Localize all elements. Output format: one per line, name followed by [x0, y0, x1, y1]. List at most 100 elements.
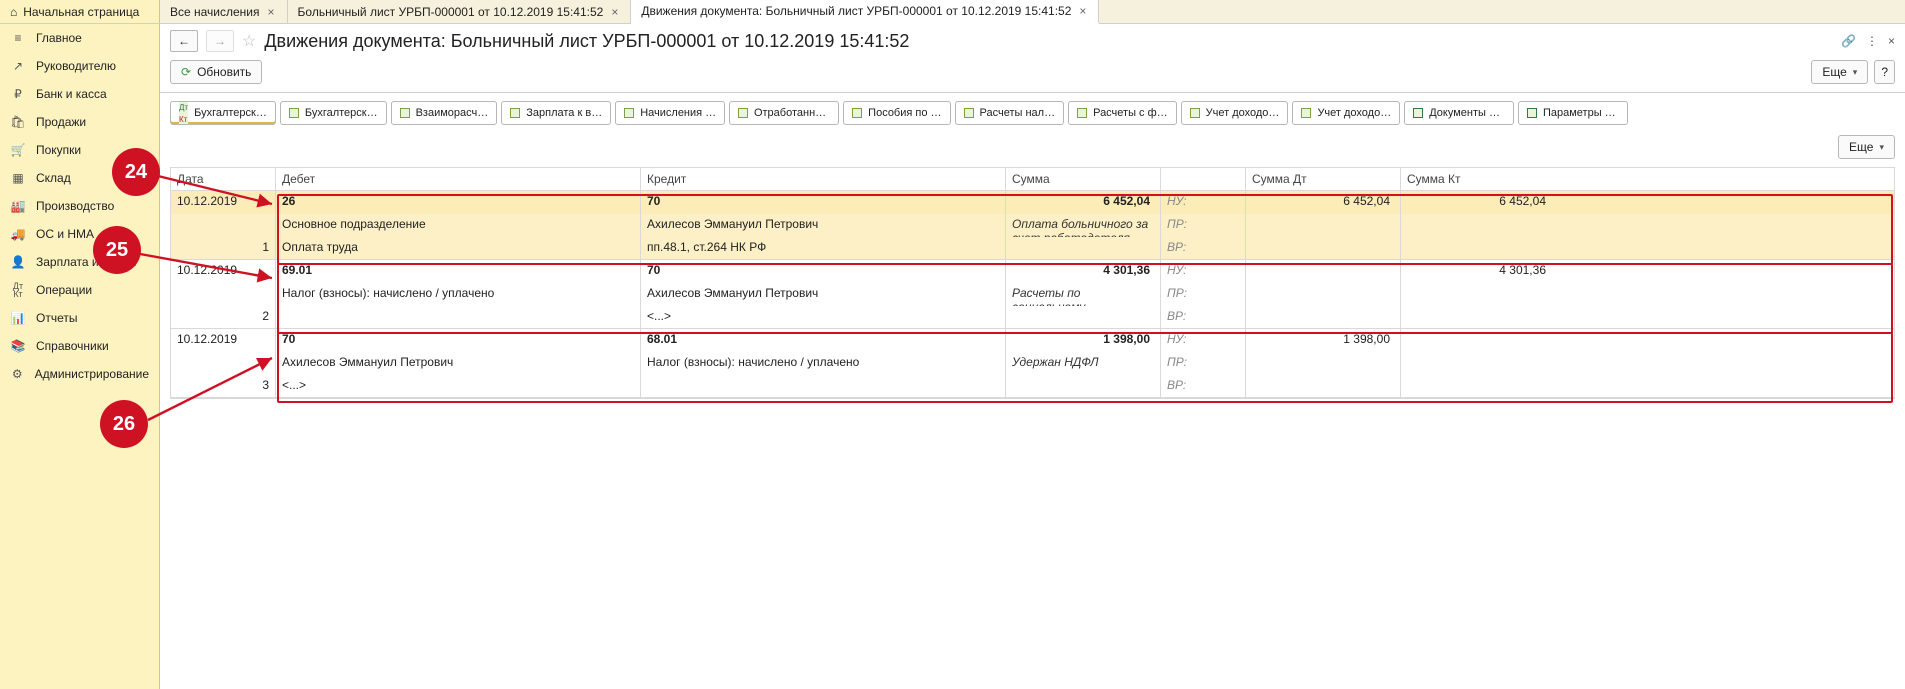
cell-vr-label: ВР:: [1161, 306, 1246, 328]
cell-kt-sub2: <...>: [641, 306, 1006, 328]
accounting-grid: Дата Дебет Кредит Сумма Сумма Дт Сумма К…: [170, 167, 1895, 399]
register-tab[interactable]: Расчеты нал…: [955, 101, 1065, 125]
cell-dt-acc: 69.01: [276, 260, 641, 283]
sidebar-item-stock[interactable]: ▦Склад: [0, 164, 159, 192]
sidebar-item-sales[interactable]: 🛍Продажи: [0, 108, 159, 136]
sidebar-item-prod[interactable]: 🏭 Производство: [0, 192, 159, 220]
register-tab[interactable]: Отработанно…: [729, 101, 839, 125]
refresh-button[interactable]: ⟳Обновить: [170, 60, 262, 84]
sidebar-item-reports[interactable]: 📊Отчеты: [0, 304, 159, 332]
nav-forward-button[interactable]: →: [206, 30, 234, 52]
sidebar-item-label: Банк и касса: [36, 87, 107, 101]
toolbar: ⟳Обновить Еще▾ ?: [160, 56, 1905, 93]
register-tab[interactable]: Учет доходо…: [1292, 101, 1400, 125]
register-tab[interactable]: Взаиморасч…: [391, 101, 498, 125]
register-tab[interactable]: Бухгалтерск…: [280, 101, 387, 125]
cell-nu-label: НУ:: [1161, 191, 1246, 214]
col-sum[interactable]: Сумма: [1006, 168, 1161, 190]
register-tab[interactable]: Зарплата к в…: [501, 101, 611, 125]
register-tab-label: Расчеты с ф…: [1093, 107, 1168, 119]
close-icon[interactable]: ×: [609, 5, 620, 19]
cell-pr-label: ПР:: [1161, 283, 1246, 306]
register-tabs: ДтКт Бухгалтерск… Бухгалтерск… Взаиморасч…З…: [160, 93, 1905, 131]
cell-sum-dt: 1 398,00: [1246, 329, 1401, 352]
grid-entry[interactable]: 10.12.20197068.011 398,00НУ:1 398,00Ахил…: [171, 329, 1894, 398]
col-sum-kt[interactable]: Сумма Кт: [1401, 168, 1556, 190]
register-tab-label: Пособия по …: [868, 107, 941, 119]
tab-doc-1[interactable]: Больничный лист УРБП-000001 от 10.12.201…: [288, 0, 632, 23]
gear-icon: ⚙: [10, 367, 25, 381]
cell-pr-label: ПР:: [1161, 352, 1246, 375]
help-button[interactable]: ?: [1874, 60, 1895, 84]
nav-back-button[interactable]: ←: [170, 30, 198, 52]
register-tab[interactable]: Документы у…: [1404, 101, 1514, 125]
dtkt-icon: ДтКт: [10, 282, 26, 298]
close-icon[interactable]: ×: [1077, 4, 1088, 18]
register-tab-label: Учет доходо…: [1206, 107, 1280, 119]
favorite-icon[interactable]: ☆: [242, 31, 256, 51]
col-date[interactable]: Дата: [171, 168, 276, 190]
register-tab[interactable]: Параметры п…: [1518, 101, 1628, 125]
main-panel: ← → ☆ Движения документа: Больничный лис…: [160, 24, 1905, 689]
table-icon: [852, 108, 862, 118]
cell-sum: 1 398,00: [1006, 329, 1161, 352]
col-sum-dt[interactable]: Сумма Дт: [1246, 168, 1401, 190]
chart-icon: ↗: [10, 59, 26, 73]
table-icon: [1190, 108, 1200, 118]
kebab-icon[interactable]: ⋮: [1866, 34, 1878, 48]
cell-kt-acc: 70: [641, 191, 1006, 214]
tab-doc-0[interactable]: Все начисления ×: [160, 0, 288, 23]
register-tab[interactable]: Учет доходо…: [1181, 101, 1289, 125]
grid-entry[interactable]: 10.12.201969.01704 301,36НУ:4 301,36Нало…: [171, 260, 1894, 329]
register-tab[interactable]: ДтКт Бухгалтерск…: [170, 101, 276, 125]
home-icon: ⌂: [10, 5, 17, 19]
sidebar-item-label: Покупки: [36, 143, 81, 157]
sidebar-item-label: Производство: [36, 199, 114, 213]
cell-desc: Расчеты по социальному страхованию: [1006, 283, 1161, 306]
app-tabstrip: ⌂ Начальная страница Все начисления × Бо…: [0, 0, 1905, 24]
sidebar-item-hr[interactable]: 👤Зарплата и кадры: [0, 248, 159, 276]
register-tab-label: Документы у…: [1429, 107, 1505, 119]
cell-dt-sub2: Оплата труда: [276, 237, 641, 259]
sidebar-item-label: Зарплата и кадры: [36, 255, 136, 269]
link-icon[interactable]: 🔗: [1841, 34, 1856, 48]
register-tab-label: Бухгалтерск…: [305, 107, 378, 119]
sidebar-item-main[interactable]: ≡Главное: [0, 24, 159, 52]
table-icon: [1527, 108, 1537, 118]
dtkt-icon: ДтКт: [179, 101, 188, 125]
cell-kt-sub: Ахилесов Эммануил Петрович: [641, 283, 1006, 306]
ruble-icon: ₽: [10, 87, 26, 101]
cell-desc: Удержан НДФЛ: [1006, 352, 1161, 375]
register-tab[interactable]: Начисления …: [615, 101, 725, 125]
sidebar: ≡Главное ↗Руководителю ₽ Банк и касса 🛍Пр…: [0, 24, 160, 689]
chevron-down-icon: ▾: [1879, 142, 1884, 153]
col-debit[interactable]: Дебет: [276, 168, 641, 190]
close-icon[interactable]: ×: [266, 5, 277, 19]
close-panel-icon[interactable]: ×: [1888, 34, 1895, 48]
sidebar-item-purch[interactable]: 🛒Покупки: [0, 136, 159, 164]
tab-doc-2[interactable]: Движения документа: Больничный лист УРБП…: [631, 0, 1099, 24]
grid-more-button[interactable]: Еще▾: [1838, 135, 1895, 159]
sidebar-item-fa[interactable]: 🚚ОС и НМА: [0, 220, 159, 248]
table-icon: [510, 108, 520, 118]
register-tab[interactable]: Расчеты с ф…: [1068, 101, 1177, 125]
sidebar-item-label: Главное: [36, 31, 82, 45]
sidebar-item-ops[interactable]: ДтКтОперации: [0, 276, 159, 304]
cell-sum: 6 452,04: [1006, 191, 1161, 214]
sidebar-item-manager[interactable]: ↗Руководителю: [0, 52, 159, 80]
sidebar-item-bank[interactable]: ₽ Банк и касса: [0, 80, 159, 108]
grid-entry[interactable]: 10.12.201926706 452,04НУ:6 452,046 452,0…: [171, 191, 1894, 260]
sidebar-item-label: Отчеты: [36, 311, 77, 325]
register-tab[interactable]: Пособия по …: [843, 101, 950, 125]
col-credit[interactable]: Кредит: [641, 168, 1006, 190]
col-spacer: [1161, 168, 1246, 190]
more-button[interactable]: Еще▾: [1811, 60, 1868, 84]
register-tab-label: Бухгалтерск…: [194, 107, 267, 119]
tab-home[interactable]: ⌂ Начальная страница: [0, 0, 160, 23]
cell-nu-label: НУ:: [1161, 329, 1246, 352]
sidebar-item-admin[interactable]: ⚙Администрирование: [0, 360, 159, 388]
cell-kt-sub: Ахилесов Эммануил Петрович: [641, 214, 1006, 237]
sidebar-item-label: Справочники: [36, 339, 109, 353]
sidebar-item-ref[interactable]: 📚Справочники: [0, 332, 159, 360]
factory-icon: 🏭: [10, 199, 26, 213]
